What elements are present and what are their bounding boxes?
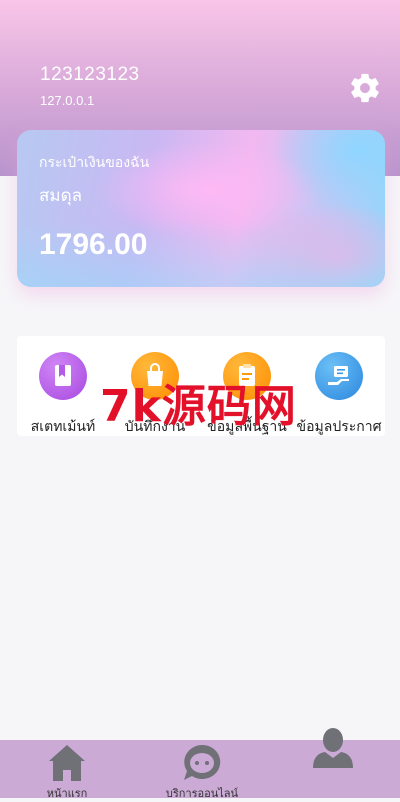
wallet-title: กระเป๋าเงินของฉัน — [39, 154, 150, 170]
home-icon — [49, 745, 85, 781]
settings-button[interactable] — [348, 71, 382, 105]
announcement-icon — [315, 352, 363, 400]
username: 123123123 — [40, 64, 140, 85]
menu-item-announcement[interactable]: ข้อมูลประกาศ — [293, 336, 385, 436]
menu-item-statement[interactable]: สเตทเม้นท์ — [17, 336, 109, 436]
nav-home-label: หน้าแรก — [46, 788, 88, 800]
ip-address: 127.0.0.1 — [40, 93, 95, 108]
balance-label: สมดุล — [39, 186, 83, 205]
menu-label-announcement: ข้อมูลประกาศ — [296, 418, 382, 434]
nav-profile[interactable] — [300, 728, 366, 798]
wallet-card: กระเป๋าเงินของฉัน สมดุล 1796.00 — [17, 130, 385, 287]
nav-online-service-label: บริการออนไลน์ — [165, 788, 239, 800]
user-icon — [313, 728, 353, 768]
watermark-text: 7k源码网 — [100, 381, 297, 432]
bottom-navigation: หน้าแรก บริการออนไลน์ — [0, 728, 400, 800]
gear-icon — [351, 73, 379, 103]
chat-icon — [184, 744, 221, 780]
balance-amount: 1796.00 — [39, 228, 148, 261]
statement-icon — [39, 352, 87, 400]
nav-home[interactable]: หน้าแรก — [34, 740, 100, 800]
nav-online-service[interactable]: บริการออนไลน์ — [152, 740, 252, 800]
